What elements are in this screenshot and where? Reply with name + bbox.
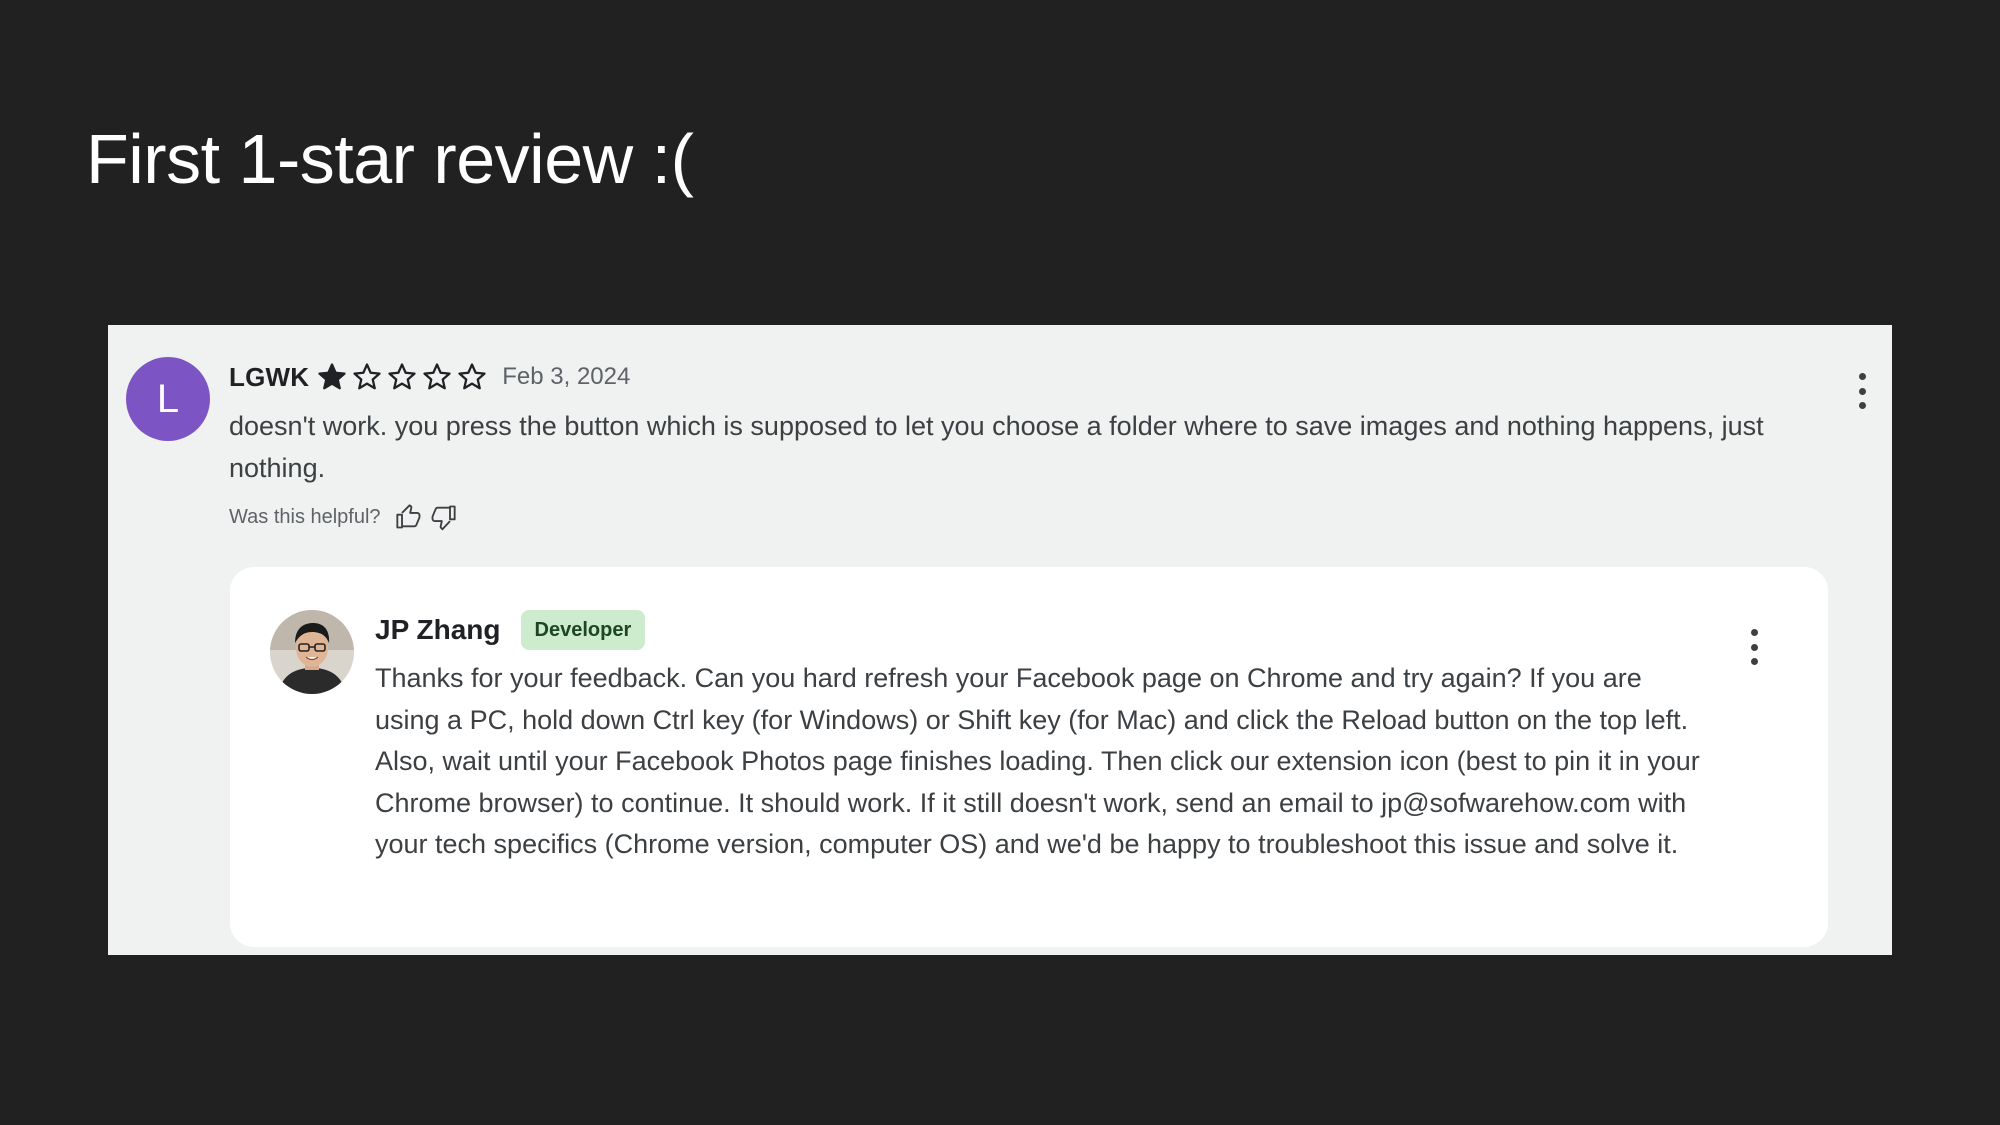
developer-reply-card: JP Zhang Developer Thanks for your feedb… [230,567,1828,947]
helpful-label: Was this helpful? [229,505,381,528]
more-vert-icon[interactable] [1748,629,1760,665]
reply-text: Thanks for your feedback. Can you hard r… [375,663,1700,859]
reply-header: JP Zhang Developer [375,608,646,652]
developer-avatar [270,610,354,694]
review-date: Feb 3, 2024 [502,363,631,390]
star-empty-icon [458,363,486,390]
review-panel: L LGWK Feb 3, 2024 doesn't work. you pre… [108,325,1892,955]
reviewer-name: LGWK [229,361,310,392]
developer-badge: Developer [520,610,646,650]
helpful-row: Was this helpful? [229,500,463,534]
star-empty-icon [423,363,451,390]
star-empty-icon [353,363,381,390]
thumbs-down-icon[interactable] [429,503,457,531]
reviewer-avatar: L [126,357,210,441]
slide-title: First 1-star review :( [86,120,694,198]
star-rating [317,362,492,392]
thumbs-up-icon[interactable] [395,503,423,531]
developer-name: JP Zhang [375,614,501,645]
review-text: doesn't work. you press the button which… [229,411,1764,483]
star-empty-icon [388,363,416,390]
review-header: LGWK Feb 3, 2024 [229,359,630,395]
star-filled-icon [318,363,346,390]
more-vert-icon[interactable] [1856,373,1868,409]
